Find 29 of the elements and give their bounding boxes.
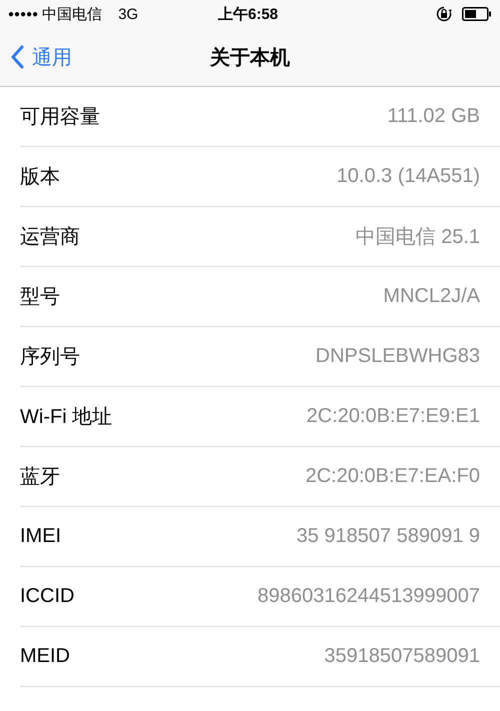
row-label: IMEI [20, 525, 62, 548]
row-value: MNCL2J/A [383, 285, 480, 308]
row-label: 可用容量 [20, 105, 100, 130]
row-value: 35918507589091 [324, 645, 480, 668]
status-time: 上午6:58 [218, 5, 278, 24]
nav-title: 关于本机 [210, 46, 290, 70]
row-label: 型号 [20, 285, 60, 310]
row-value: 中国电信 25.1 [356, 225, 480, 250]
back-chevron-icon [10, 45, 24, 69]
row-value: 10.0.3 (14A551) [336, 165, 480, 188]
row-value: 111.02 GB [387, 105, 480, 128]
row-value: 2C:20:0B:E7:EA:F0 [305, 465, 480, 488]
row-label: Wi-Fi 地址 [20, 405, 112, 430]
row-label: 版本 [20, 165, 60, 190]
network-type: 3G [118, 6, 138, 22]
row-label: MEID [20, 645, 70, 668]
row-label: 序列号 [20, 345, 80, 370]
row-label: ICCID [20, 585, 74, 608]
row-value: DNPSLEBWHG83 [316, 345, 480, 368]
battery-icon [462, 7, 492, 21]
row-value: 35 918507 589091 9 [296, 525, 480, 548]
signal-dots: ●●●●● [8, 8, 38, 20]
back-button[interactable]: 通用 [0, 44, 72, 70]
row-label: 蓝牙 [20, 465, 60, 490]
row-label: 运营商 [20, 225, 80, 250]
carrier-name: 中国电信 [42, 4, 102, 24]
rotation-lock-icon [436, 6, 452, 22]
row-value: 2C:20:0B:E7:E9:E1 [306, 405, 480, 428]
row-value: 89860316244513999007 [258, 585, 480, 608]
